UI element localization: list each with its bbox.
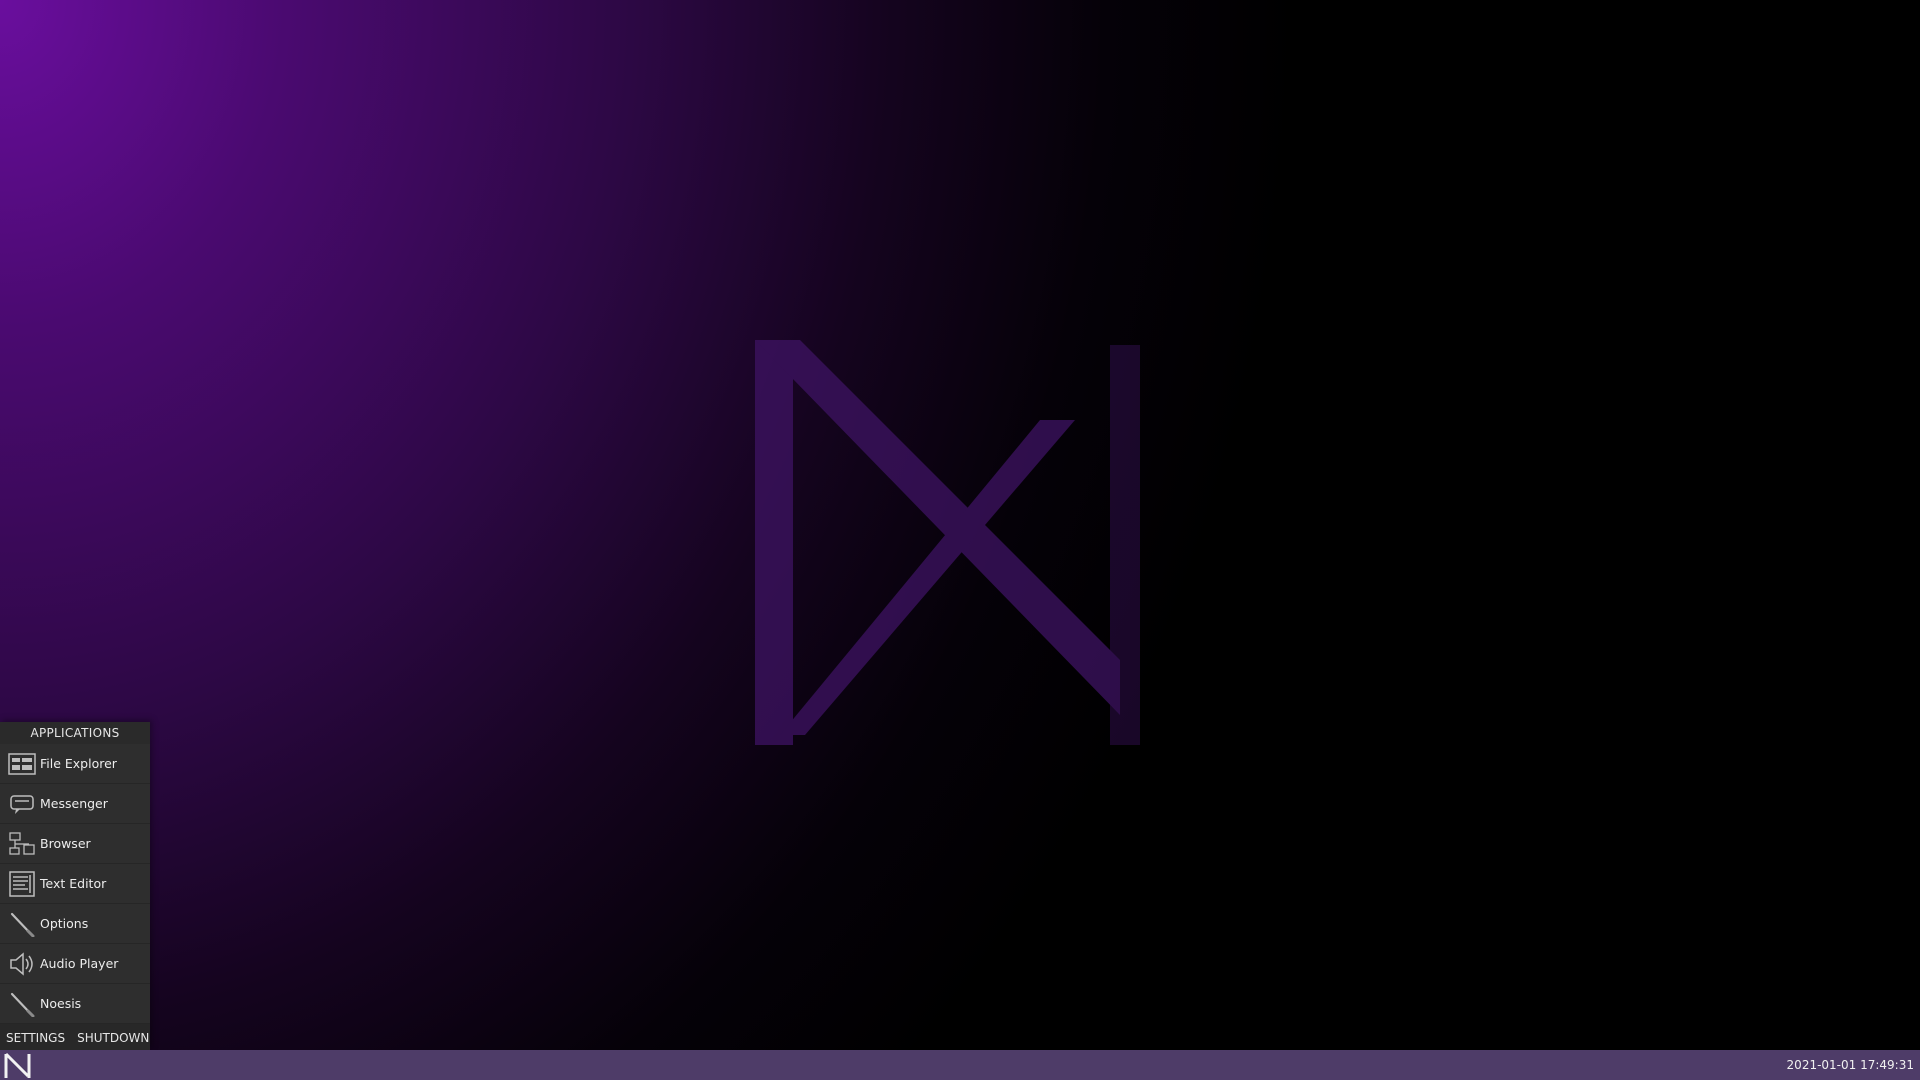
desktop-wallpaper — [0, 0, 1920, 1050]
menu-item-messenger[interactable]: Messenger — [0, 784, 150, 824]
taskbar: 2021-01-01 17:49:31 — [0, 1050, 1920, 1080]
menu-item-label: Messenger — [40, 796, 108, 811]
text-editor-icon — [9, 870, 35, 897]
start-button-n-logo-icon[interactable] — [2, 1051, 36, 1079]
menu-item-label: Text Editor — [40, 876, 107, 891]
menu-item-label: Browser — [40, 836, 91, 851]
audio-player-icon — [10, 951, 33, 976]
menu-item-label: File Explorer — [40, 756, 117, 771]
menu-item-text-editor[interactable]: Text Editor — [0, 864, 150, 904]
noesis-icon — [10, 992, 35, 1017]
menu-item-label: Audio Player — [40, 956, 119, 971]
start-menu: APPLICATIONS File Explorer Messenger Bro… — [0, 722, 150, 1050]
menu-item-audio-player[interactable]: Audio Player — [0, 944, 150, 984]
wallpaper-n-logo-icon — [755, 340, 1140, 745]
menu-item-browser[interactable]: Browser — [0, 824, 150, 864]
messenger-icon — [10, 794, 34, 814]
options-icon — [10, 912, 35, 937]
taskbar-clock: 2021-01-01 17:49:31 — [1786, 1058, 1914, 1072]
menu-item-label: Noesis — [40, 996, 82, 1011]
menu-footer: SETTINGS SHUTDOWN — [0, 1026, 150, 1050]
menu-item-label: Options — [40, 916, 89, 931]
menu-item-file-explorer[interactable]: File Explorer — [0, 744, 150, 784]
browser-icon — [9, 831, 35, 855]
settings-button[interactable]: SETTINGS — [0, 1030, 71, 1046]
file-explorer-icon — [8, 752, 36, 775]
application-list: File Explorer Messenger Browser Text Edi… — [0, 744, 150, 1024]
menu-item-options[interactable]: Options — [0, 904, 150, 944]
shutdown-button[interactable]: SHUTDOWN — [71, 1030, 155, 1046]
menu-title: APPLICATIONS — [0, 722, 150, 744]
menu-item-noesis[interactable]: Noesis — [0, 984, 150, 1024]
